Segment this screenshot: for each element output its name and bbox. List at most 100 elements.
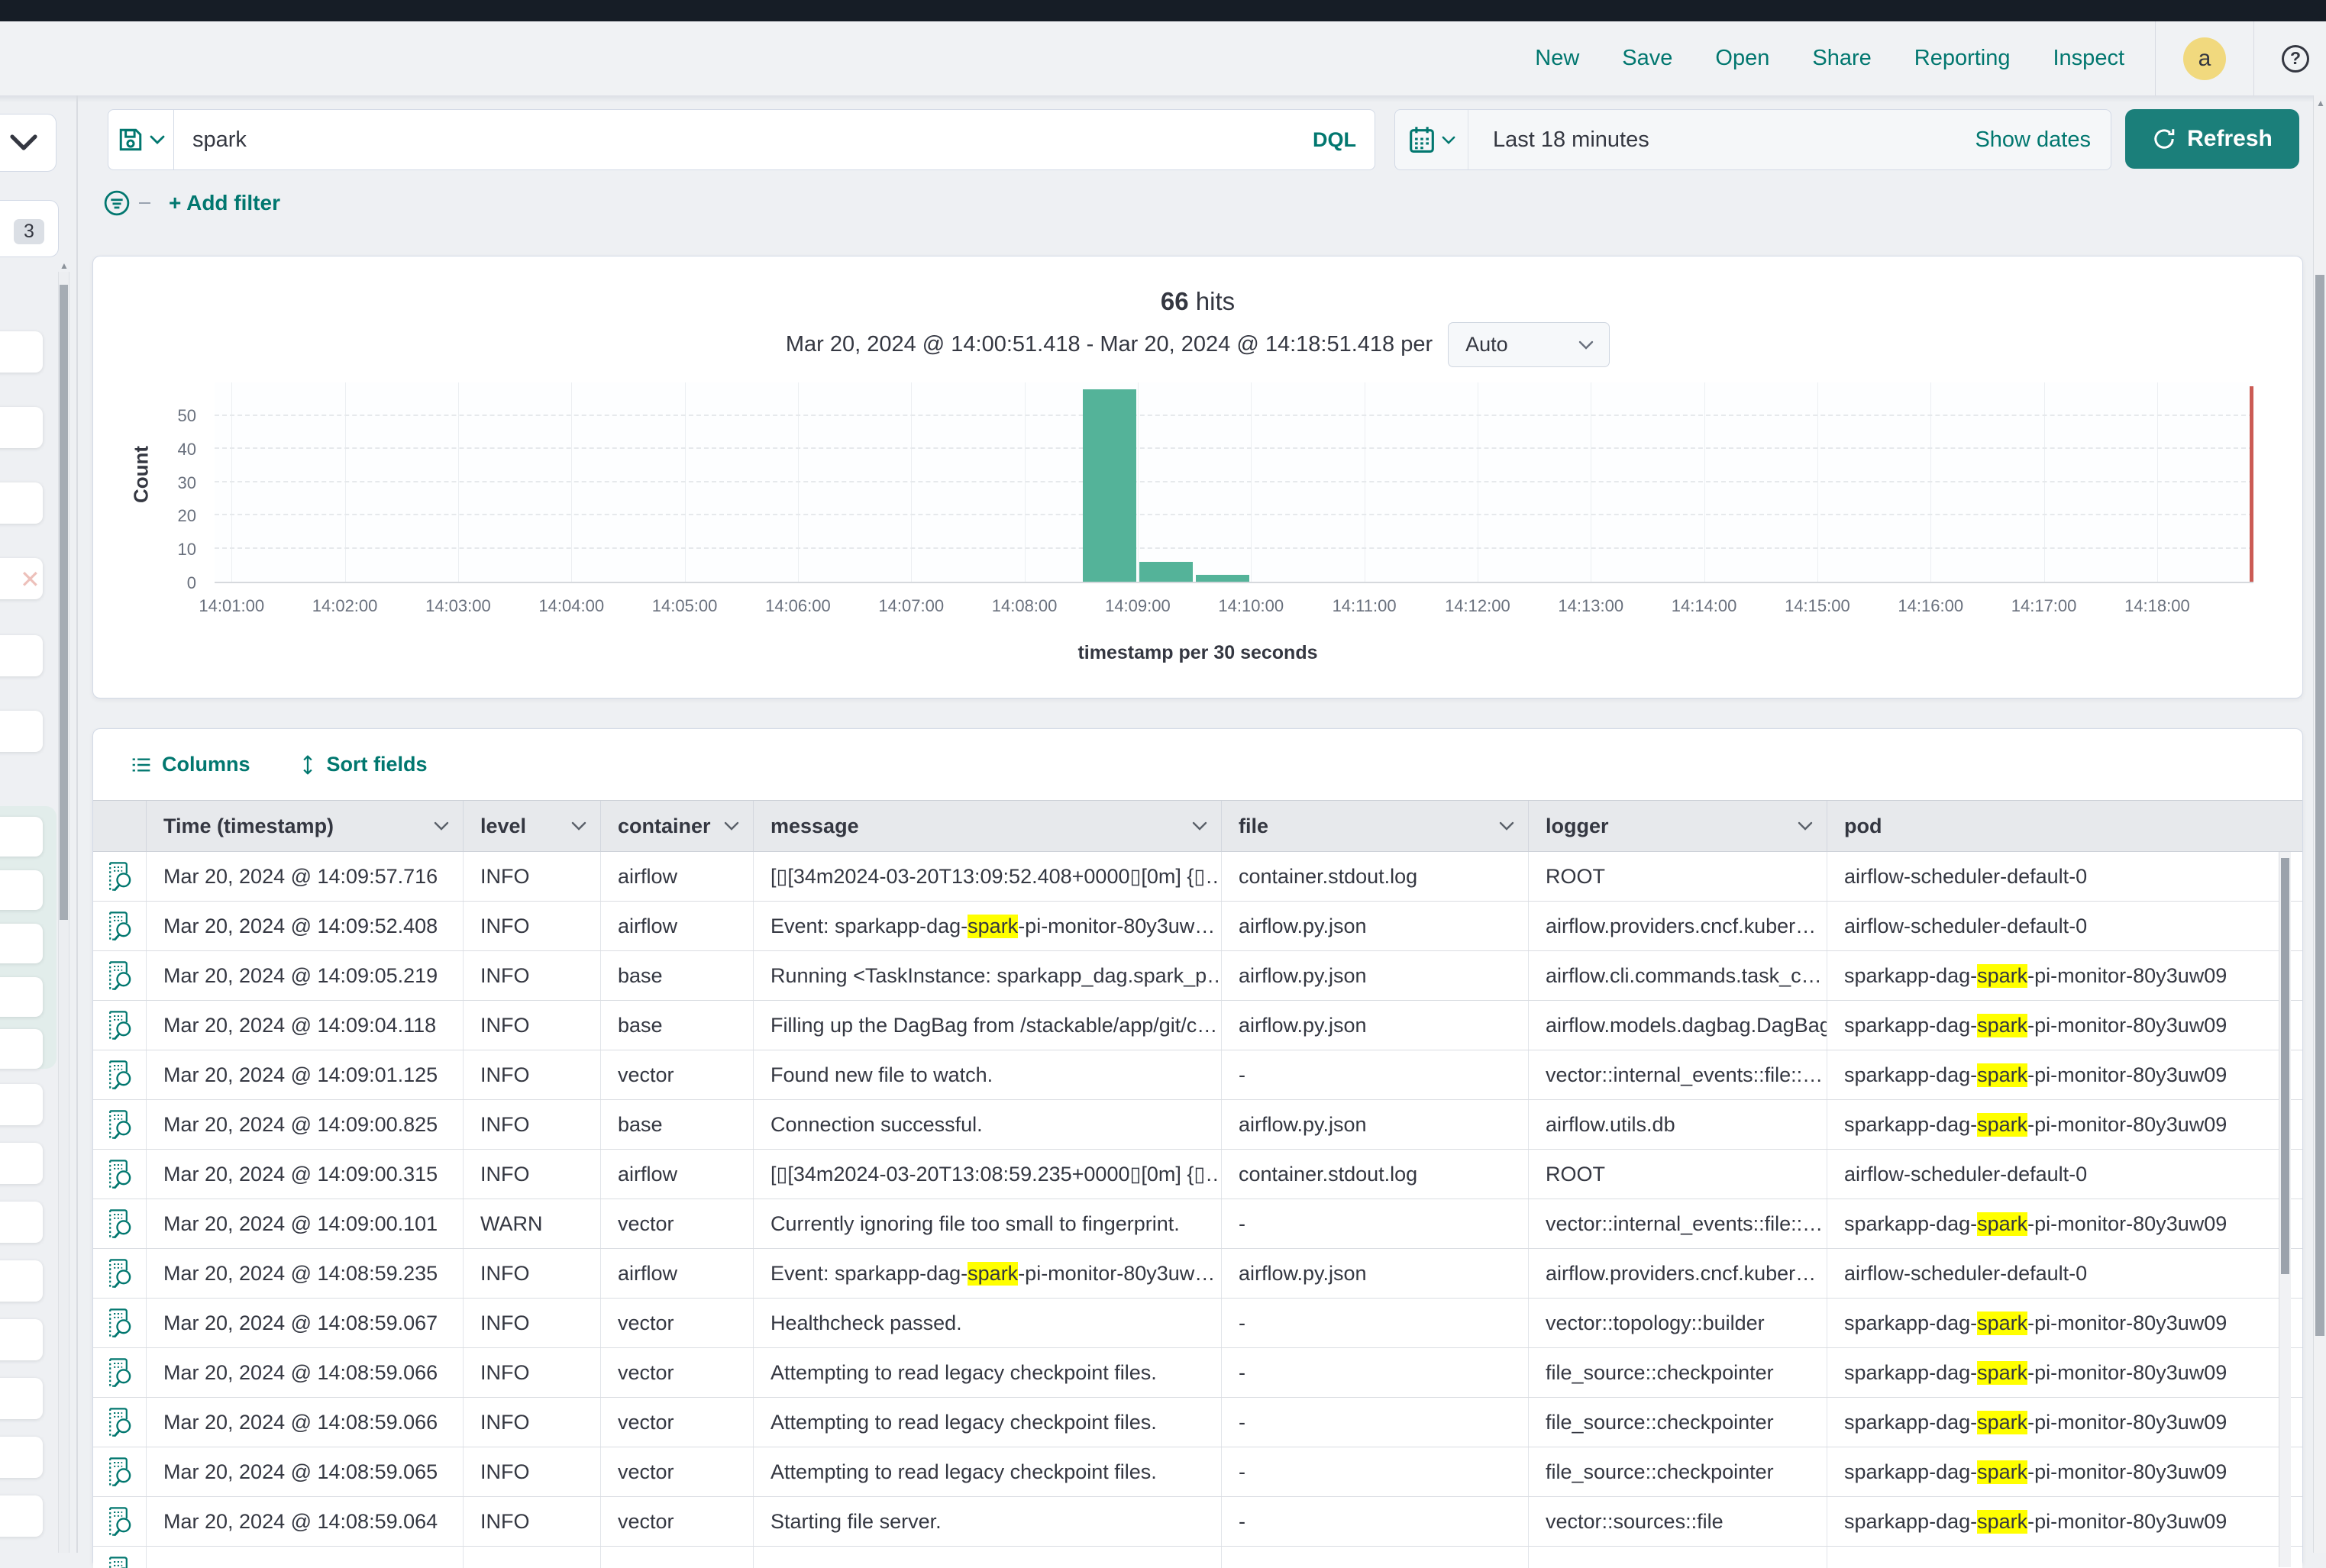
- nav-save[interactable]: Save: [1622, 46, 1672, 71]
- cell-logger: airflow.utils.db: [1529, 1100, 1827, 1149]
- time-range-value[interactable]: Last 18 minutes: [1468, 127, 1975, 153]
- field-card[interactable]: [0, 977, 43, 1017]
- field-card[interactable]: [0, 817, 43, 857]
- quick-select-menu-button[interactable]: [1395, 110, 1468, 169]
- cell-file: -: [1222, 1447, 1529, 1496]
- expand-row-button[interactable]: [93, 1050, 147, 1099]
- column-header-time-timestamp[interactable]: Time (timestamp): [147, 801, 464, 851]
- cell-logger: airflow.providers.cncf.kuber…: [1529, 902, 1827, 950]
- field-card[interactable]: [0, 1319, 43, 1360]
- expand-row-button[interactable]: [93, 1447, 147, 1496]
- cell-file: airflow.py.json: [1222, 1100, 1529, 1149]
- field-card[interactable]: [0, 711, 43, 752]
- show-dates-button[interactable]: Show dates: [1975, 127, 2111, 153]
- field-card[interactable]: [0, 1029, 43, 1069]
- cell-time: Mar 20, 2024 @ 14:09:05.219: [147, 951, 464, 1000]
- expand-row-button[interactable]: [93, 1150, 147, 1199]
- cell-level: INFO: [464, 1100, 601, 1149]
- field-card[interactable]: [0, 1378, 43, 1419]
- cell-level: INFO: [464, 1249, 601, 1298]
- cell-file: [1222, 1547, 1529, 1568]
- column-header-file[interactable]: file: [1222, 801, 1529, 851]
- cell-container: vector: [601, 1050, 754, 1099]
- sort-fields-button[interactable]: Sort fields: [299, 753, 428, 776]
- cell-time: Mar 20, 2024 @ 14:09:00.825: [147, 1100, 464, 1149]
- nav-open[interactable]: Open: [1715, 46, 1769, 71]
- nav-share[interactable]: Share: [1812, 46, 1871, 71]
- field-card[interactable]: [0, 1260, 43, 1302]
- field-card[interactable]: [0, 635, 43, 676]
- column-header-logger[interactable]: logger: [1529, 801, 1827, 851]
- field-card[interactable]: [0, 482, 43, 524]
- nav-new[interactable]: New: [1535, 46, 1579, 71]
- cell-pod: airflow-scheduler-default-0: [1827, 1150, 2302, 1199]
- y-tick-label: 20: [143, 506, 196, 526]
- field-card[interactable]: [0, 331, 43, 373]
- table-row: Mar 20, 2024 @ 14:09:05.219 INFO base Ru…: [93, 951, 2302, 1001]
- inspect-document-icon: [108, 1407, 132, 1437]
- column-header-level[interactable]: level: [464, 801, 601, 851]
- expand-row-button[interactable]: [93, 1497, 147, 1546]
- column-header-label: container: [618, 815, 711, 838]
- field-card[interactable]: [0, 1202, 43, 1243]
- column-header-pod[interactable]: pod: [1827, 801, 2302, 851]
- inspect-document-icon: [108, 1357, 132, 1388]
- help-icon[interactable]: ?: [2282, 45, 2309, 73]
- saved-query-menu-button[interactable]: [108, 110, 174, 169]
- expand-row-button[interactable]: [93, 1249, 147, 1298]
- refresh-icon: [2152, 127, 2176, 151]
- dql-language-button[interactable]: DQL: [1313, 128, 1375, 152]
- cell-level: INFO: [464, 852, 601, 901]
- cell-time: Mar 20, 2024 @ 14:09:01.125: [147, 1050, 464, 1099]
- remove-field-icon[interactable]: ✕: [20, 565, 40, 594]
- field-card[interactable]: [0, 407, 43, 448]
- interval-select[interactable]: Auto: [1448, 322, 1610, 367]
- nav-inspect[interactable]: Inspect: [2053, 46, 2125, 71]
- table-scrollbar-thumb[interactable]: [2281, 858, 2289, 1274]
- chart-time-range-subtitle: Mar 20, 2024 @ 14:00:51.418 - Mar 20, 20…: [786, 332, 1433, 357]
- cell-pod: sparkapp-dag-spark-pi-monitor-80y3uw09: [1827, 1100, 2302, 1149]
- sidebar-scrollbar-thumb[interactable]: [60, 285, 68, 920]
- field-card[interactable]: [0, 870, 43, 910]
- highlight: spark: [1977, 1014, 2027, 1037]
- expand-row-button[interactable]: [93, 1199, 147, 1248]
- cell-time: Mar 20, 2024 @ 14:08:59.235: [147, 1249, 464, 1298]
- sidebar-scroll-up-arrow[interactable]: ▲: [60, 260, 69, 271]
- refresh-button[interactable]: Refresh: [2125, 109, 2299, 169]
- field-card[interactable]: [0, 924, 43, 963]
- expand-row-button[interactable]: [93, 1348, 147, 1397]
- columns-button[interactable]: Columns: [131, 753, 250, 776]
- chevron-down-icon: [10, 134, 37, 151]
- page-scrollbar-thumb[interactable]: [2315, 275, 2324, 1336]
- expand-row-button[interactable]: [93, 1299, 147, 1347]
- field-card[interactable]: [0, 1084, 43, 1125]
- table-scrollbar-track[interactable]: [2279, 852, 2291, 1567]
- histogram-bar: [1196, 575, 1249, 582]
- column-header-message[interactable]: message: [754, 801, 1222, 851]
- histogram-bar: [1139, 562, 1193, 582]
- chevron-down-icon: [434, 821, 449, 831]
- expand-row-button[interactable]: [93, 852, 147, 901]
- expand-row-button[interactable]: [93, 1398, 147, 1447]
- y-tick-label: 0: [143, 573, 196, 593]
- expand-row-button[interactable]: [93, 1100, 147, 1149]
- chevron-down-icon: [1499, 821, 1514, 831]
- cell-container: airflow: [601, 902, 754, 950]
- expand-row-button[interactable]: [93, 1547, 147, 1568]
- search-input[interactable]: spark: [174, 127, 1313, 153]
- filter-icon[interactable]: [104, 190, 130, 216]
- avatar[interactable]: a: [2183, 37, 2226, 80]
- expand-row-button[interactable]: [93, 1001, 147, 1050]
- field-card[interactable]: [0, 1143, 43, 1184]
- expand-row-button[interactable]: [93, 951, 147, 1000]
- vertical-gridline: [458, 382, 459, 582]
- expand-row-button[interactable]: [93, 902, 147, 950]
- cell-time: Mar 20, 2024 @ 14:09:57.716: [147, 852, 464, 901]
- sidebar-collapse-button[interactable]: [0, 114, 57, 172]
- page-scroll-up-arrow[interactable]: ▲: [2316, 98, 2325, 108]
- field-card[interactable]: [0, 1495, 43, 1537]
- add-filter-button[interactable]: + Add filter: [169, 191, 280, 215]
- column-header-container[interactable]: container: [601, 801, 754, 851]
- nav-reporting[interactable]: Reporting: [1914, 46, 2011, 71]
- field-card[interactable]: [0, 1437, 43, 1478]
